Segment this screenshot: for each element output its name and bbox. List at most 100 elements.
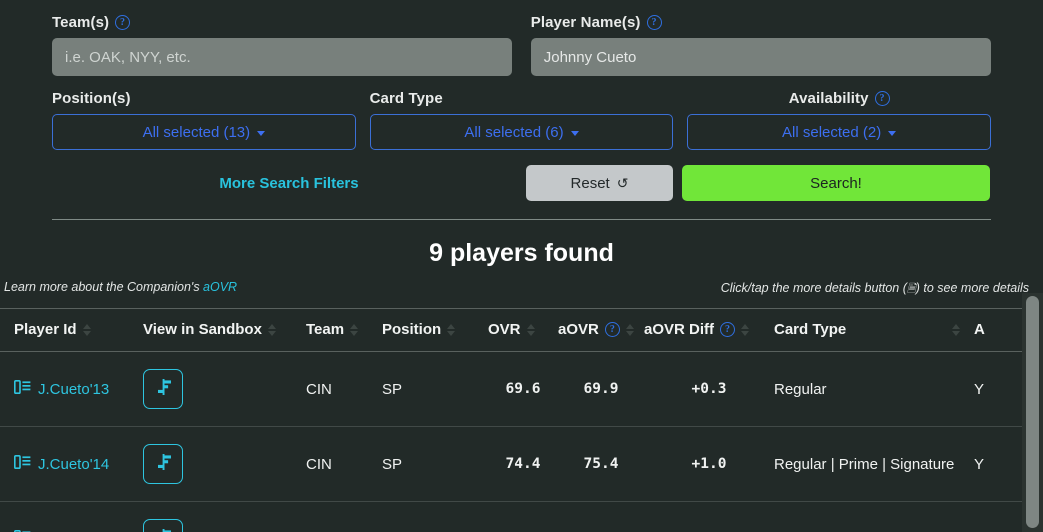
cell-card-type: Regular bbox=[774, 501, 974, 532]
help-icon[interactable]: ? bbox=[115, 15, 131, 30]
availability-field-group: Availability ? All selected (2) bbox=[687, 90, 992, 150]
positions-field-group: Position(s) All selected (13) bbox=[52, 90, 356, 150]
teams-label: Team(s) ? bbox=[52, 14, 512, 31]
teams-label-text: Team(s) bbox=[52, 14, 110, 31]
column-label: A bbox=[974, 321, 985, 338]
help-icon[interactable]: ? bbox=[720, 322, 736, 337]
sort-icon[interactable] bbox=[952, 323, 960, 336]
player-id-label: J.Cueto'13 bbox=[38, 380, 110, 398]
select-fields-row: Position(s) All selected (13) Card Type … bbox=[52, 90, 992, 150]
section-divider bbox=[52, 219, 991, 220]
aovr-learn-more: Learn more about the Companion's aOVR bbox=[4, 280, 237, 299]
view-in-sandbox-button[interactable] bbox=[143, 444, 183, 484]
sort-icon[interactable] bbox=[741, 323, 750, 336]
table-row[interactable]: J.Cueto'13 CIN SP 69.6 69.9 +0.3 Regular… bbox=[0, 351, 1034, 427]
card-type-dropdown[interactable]: All selected (6) bbox=[369, 114, 674, 150]
cell-ovr: 69.6 bbox=[488, 351, 558, 427]
teams-input[interactable] bbox=[52, 38, 513, 76]
availability-label-text: Availability bbox=[788, 90, 869, 107]
column-header-card-type[interactable]: Card Type bbox=[774, 308, 974, 352]
cell-player-id[interactable]: J.Cueto'14 bbox=[0, 426, 143, 502]
column-label: Position bbox=[382, 321, 442, 338]
search-button[interactable]: Search! bbox=[682, 165, 990, 201]
aovr-link[interactable]: aOVR bbox=[203, 280, 237, 294]
column-label: aOVR Diff bbox=[644, 321, 715, 338]
cell-aovr-diff: +1.0 bbox=[644, 426, 774, 502]
player-names-label: Player Name(s) ? bbox=[531, 14, 991, 31]
table-header-row: Player Id View in Sandbox Team Position … bbox=[0, 308, 1034, 352]
sort-icon[interactable] bbox=[447, 323, 456, 336]
aovr-learn-more-text: Learn more about the Companion's bbox=[4, 280, 204, 294]
sort-icon[interactable] bbox=[625, 323, 634, 336]
column-header-view-in-sandbox[interactable]: View in Sandbox bbox=[143, 308, 306, 352]
search-form: Team(s) ? Player Name(s) ? Position(s) A… bbox=[0, 0, 1043, 201]
column-header-team[interactable]: Team bbox=[306, 308, 382, 352]
card-type-field-group: Card Type All selected (6) bbox=[369, 90, 674, 150]
card-list-icon bbox=[14, 380, 31, 398]
more-search-filters-link[interactable]: More Search Filters bbox=[52, 175, 526, 192]
table-head: Player Id View in Sandbox Team Position … bbox=[0, 308, 1034, 352]
chevron-down-icon bbox=[888, 130, 897, 136]
details-hint-prefix: Click/tap the more details button ( bbox=[720, 281, 907, 295]
column-label: Player Id bbox=[14, 321, 77, 338]
table-body: J.Cueto'13 CIN SP 69.6 69.9 +0.3 Regular… bbox=[0, 351, 1034, 532]
reset-button[interactable]: Reset ↺ bbox=[526, 165, 673, 201]
column-header-aovr-diff[interactable]: aOVR Diff ? bbox=[644, 308, 774, 352]
column-label: aOVR bbox=[558, 321, 599, 338]
cell-ovr: 71.4 bbox=[488, 501, 558, 532]
player-names-input[interactable] bbox=[530, 38, 992, 76]
bar-sliders-icon bbox=[154, 528, 173, 532]
table-row[interactable]: J.Cueto'15 bbox=[0, 501, 1034, 532]
column-header-ovr[interactable]: OVR bbox=[488, 308, 558, 352]
help-icon[interactable]: ? bbox=[646, 15, 662, 30]
bar-sliders-icon bbox=[154, 453, 173, 475]
refresh-icon: ↺ bbox=[616, 175, 629, 191]
positions-label: Position(s) bbox=[52, 90, 356, 107]
column-header-player-id[interactable]: Player Id bbox=[0, 308, 143, 352]
results-count: 9 players found bbox=[429, 239, 614, 267]
view-in-sandbox-button[interactable] bbox=[143, 369, 183, 409]
cell-view-in-sandbox bbox=[143, 426, 306, 502]
sort-icon[interactable] bbox=[82, 323, 91, 336]
cell-view-in-sandbox bbox=[143, 501, 306, 532]
positions-label-text: Position(s) bbox=[52, 90, 131, 107]
name-fields-row: Team(s) ? Player Name(s) ? bbox=[52, 14, 992, 76]
positions-dropdown-value: All selected (13) bbox=[142, 123, 251, 141]
card-type-dropdown-value: All selected (6) bbox=[464, 123, 564, 141]
column-header-position[interactable]: Position bbox=[382, 308, 488, 352]
help-icon[interactable]: ? bbox=[874, 91, 890, 106]
cell-aovr: 75.4 bbox=[558, 426, 644, 502]
card-list-icon bbox=[14, 455, 31, 473]
scrollbar-thumb[interactable] bbox=[1026, 296, 1039, 528]
availability-dropdown[interactable]: All selected (2) bbox=[687, 114, 992, 150]
sort-icon[interactable] bbox=[350, 323, 359, 336]
view-in-sandbox-button[interactable] bbox=[143, 519, 183, 532]
cell-aovr-diff: +0.3 bbox=[644, 351, 774, 427]
cell-team: CIN bbox=[306, 351, 382, 427]
availability-dropdown-value: All selected (2) bbox=[782, 123, 882, 141]
column-label: Card Type bbox=[774, 321, 847, 338]
teams-field-group: Team(s) ? bbox=[52, 14, 513, 76]
help-icon[interactable]: ? bbox=[604, 322, 620, 337]
column-header-aovr[interactable]: aOVR ? bbox=[558, 308, 644, 352]
card-type-label: Card Type bbox=[370, 90, 674, 107]
player-names-field-group: Player Name(s) ? bbox=[530, 14, 992, 76]
cell-player-id[interactable]: J.Cueto'13 bbox=[0, 351, 143, 427]
vertical-scrollbar[interactable] bbox=[1022, 293, 1043, 532]
results-notes: Learn more about the Companion's aOVR Cl… bbox=[0, 268, 1043, 299]
sort-icon[interactable] bbox=[267, 323, 276, 336]
cell-position: SP bbox=[382, 426, 488, 502]
positions-dropdown[interactable]: All selected (13) bbox=[52, 114, 356, 150]
cell-player-id[interactable]: J.Cueto'15 bbox=[0, 501, 143, 532]
player-id-label: J.Cueto'14 bbox=[38, 455, 110, 473]
details-icon: 🗎 bbox=[906, 283, 916, 295]
table-row[interactable]: J.Cueto'14 CIN SP 74.4 75.4 +1.0 Regular… bbox=[0, 426, 1034, 502]
cell-team: CIN bbox=[306, 426, 382, 502]
cell-ovr: 74.4 bbox=[488, 426, 558, 502]
cell-team: KC bbox=[306, 501, 382, 532]
cell-aovr: 71.9 bbox=[558, 501, 644, 532]
player-names-label-text: Player Name(s) bbox=[530, 14, 641, 31]
sort-icon[interactable] bbox=[526, 323, 535, 336]
